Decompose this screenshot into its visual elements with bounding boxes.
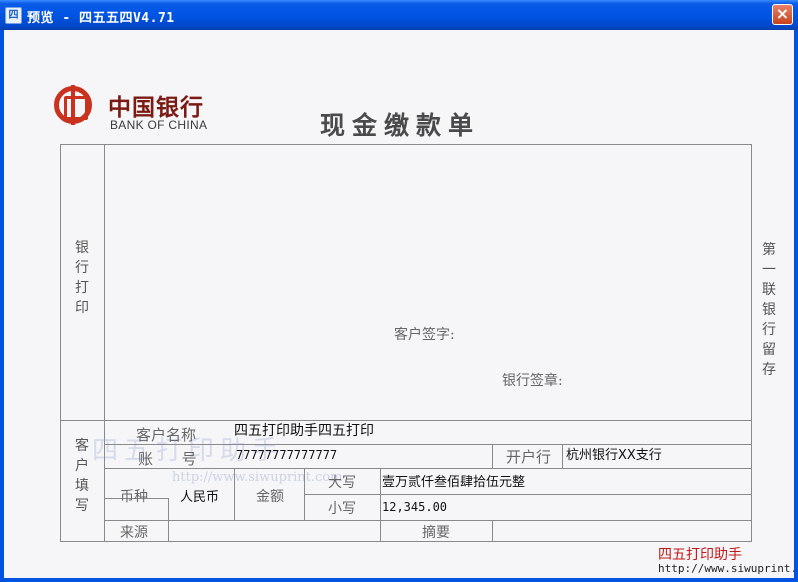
window-title: 预览 - 四五五四V4.71: [27, 11, 175, 26]
bank-name-cn: 中国银行: [108, 94, 204, 121]
bank-name-en: BANK OF CHINA: [110, 118, 208, 132]
bank-of-china-logo-icon: [54, 85, 92, 125]
currency-label: 币种: [120, 489, 148, 505]
customer-name-value: 四五打印助手四五打印: [234, 423, 374, 439]
close-button[interactable]: ×: [772, 4, 793, 25]
close-icon: ×: [775, 4, 790, 23]
preview-window: 四 预览 - 四五五四V4.71 × 中国银行 BANK OF CHINA 现金…: [0, 0, 798, 582]
source-label: 来源: [120, 525, 148, 541]
amount-upper-value: 壹万贰仟叁佰肆拾伍元整: [382, 475, 526, 490]
footer-url[interactable]: http://www.siwuprint.co: [658, 562, 794, 575]
app-icon: 四: [5, 7, 22, 24]
slip-title: 现金缴款单: [320, 111, 481, 140]
customer-fill-label: 客户填写: [75, 438, 89, 514]
currency-value: 人民币: [180, 490, 220, 505]
title-bar[interactable]: 四 预览 - 四五五四V4.71 ×: [0, 0, 798, 30]
summary-label: 摘要: [422, 525, 450, 541]
open-bank-value: 杭州银行XX支行: [566, 448, 662, 463]
account-label: 账 号: [138, 450, 197, 468]
lowercase-label: 小写: [328, 501, 356, 517]
account-value: 77777777777777: [236, 448, 338, 462]
customer-name-label: 客户名称: [136, 426, 197, 444]
uppercase-label: 大写: [328, 475, 356, 491]
amount-lower-value: 12,345.00: [382, 500, 448, 514]
bank-print-label: 银行打印: [75, 240, 89, 316]
preview-canvas: 中国银行 BANK OF CHINA 现金缴款单 银行打印 客户填写 第一联 银…: [4, 30, 794, 578]
customer-sign-label: 客户签字:: [394, 327, 455, 343]
footer-brand: 四五打印助手: [658, 547, 742, 563]
open-bank-label: 开户行: [506, 448, 552, 466]
amount-label: 金额: [256, 489, 284, 505]
bank-stamp-label: 银行签章:: [502, 373, 563, 389]
watermark-url: http://www.siwuprint.com: [172, 470, 343, 485]
copy-note: 第一联 银行留存: [762, 242, 776, 378]
